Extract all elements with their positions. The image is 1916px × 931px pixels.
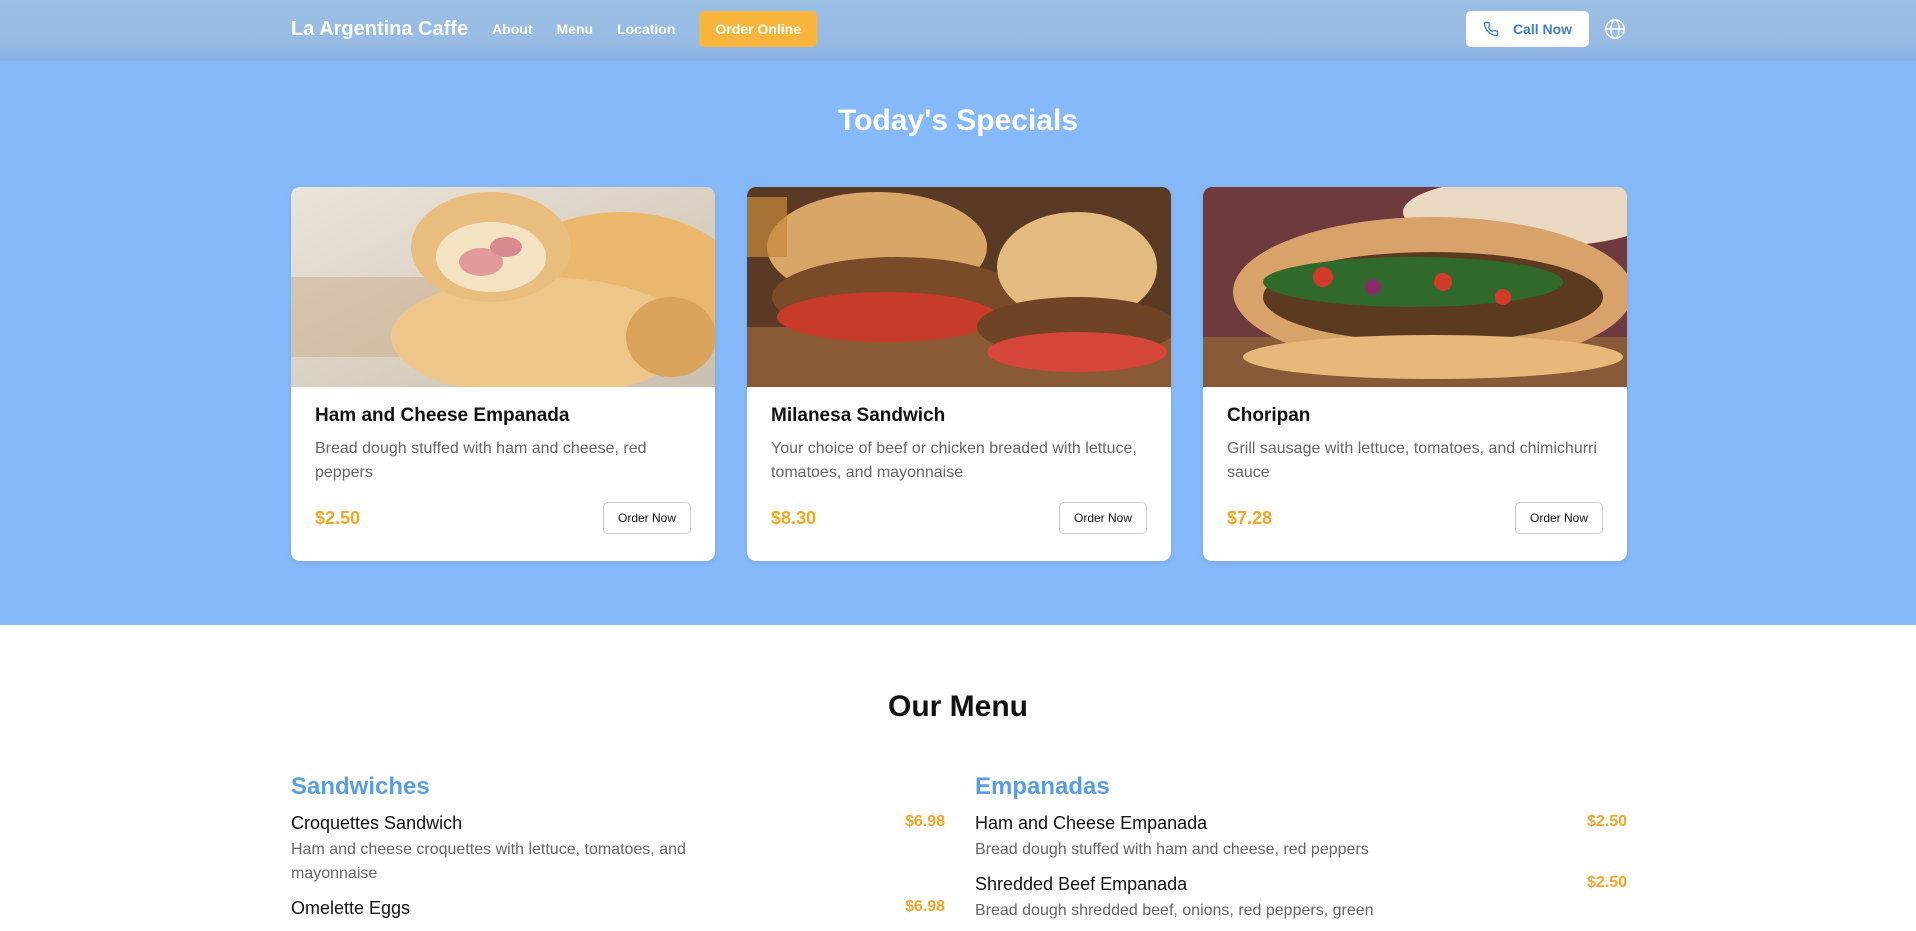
- menu-item[interactable]: Shredded Beef Empanada $2.50 Bread dough…: [975, 874, 1627, 923]
- menu-item-description: Ham and cheese croquettes with lettuce, …: [291, 841, 686, 882]
- special-card: Ham and Cheese Empanada Bread dough stuf…: [291, 187, 715, 561]
- nav-link-about[interactable]: About: [492, 21, 532, 37]
- menu-item[interactable]: Omelette Eggs $6.98: [291, 898, 945, 919]
- special-card-price: $8.30: [771, 507, 817, 528]
- order-online-button[interactable]: Order Online: [699, 11, 817, 47]
- menu-item-price: $2.50: [1586, 813, 1627, 830]
- menu-item-price: $2.50: [1586, 874, 1627, 891]
- menu-item-name: Shredded Beef Empanada: [975, 874, 1188, 894]
- special-card-price: $7.28: [1227, 507, 1273, 528]
- order-now-button[interactable]: Order Now: [603, 502, 691, 534]
- special-card-description: Your choice of beef or chicken breaded w…: [771, 440, 1137, 481]
- choripan-photo: [1203, 187, 1627, 387]
- call-now-button[interactable]: Call Now: [1466, 11, 1589, 47]
- specials-section: Today's Specials Ham and Cheese Empanada…: [0, 61, 1916, 625]
- menu-item-name: Ham and Cheese Empanada: [975, 813, 1208, 833]
- nav-link-menu[interactable]: Menu: [557, 21, 594, 37]
- language-globe-icon[interactable]: [1603, 17, 1627, 41]
- top-navbar: La Argentina Caffe About Menu Location O…: [0, 0, 1916, 61]
- menu-item[interactable]: Ham and Cheese Empanada $2.50 Bread doug…: [975, 813, 1627, 862]
- order-now-button[interactable]: Order Now: [1515, 502, 1603, 534]
- special-card-description: Grill sausage with lettuce, tomatoes, an…: [1227, 440, 1597, 481]
- menu-category-sandwiches: Sandwiches Croquettes Sandwich $6.98 Ham…: [291, 773, 945, 931]
- special-card-title: Milanesa Sandwich: [771, 405, 946, 426]
- specials-title: Today's Specials: [837, 104, 1078, 137]
- menu-item-description: Bread dough shredded beef, onions, red p…: [975, 902, 1374, 919]
- menu-title: Our Menu: [888, 690, 1028, 723]
- brand-logo[interactable]: La Argentina Caffe: [291, 18, 468, 41]
- menu-item-description: Bread dough stuffed with ham and cheese,…: [975, 841, 1369, 858]
- special-card-price: $2.50: [315, 507, 361, 528]
- menu-item-name: Omelette Eggs: [291, 898, 411, 918]
- special-card: Milanesa Sandwich Your choice of beef or…: [747, 187, 1171, 561]
- menu-category-empanadas: Empanadas Ham and Cheese Empanada $2.50 …: [975, 773, 1627, 931]
- special-card: Choripan Grill sausage with lettuce, tom…: [1203, 187, 1627, 561]
- menu-section: Our Menu Sandwiches Croquettes Sandwich …: [0, 625, 1916, 931]
- menu-item[interactable]: Croquettes Sandwich $6.98 Ham and cheese…: [291, 813, 945, 886]
- milanesa-sandwich-photo: [747, 187, 1171, 387]
- phone-icon: [1483, 21, 1499, 37]
- nav-link-location[interactable]: Location: [617, 21, 675, 37]
- call-now-label: Call Now: [1512, 21, 1573, 37]
- category-heading: Sandwiches: [291, 773, 430, 800]
- empanada-photo: [291, 187, 715, 387]
- category-heading: Empanadas: [975, 773, 1110, 800]
- menu-item-name: Croquettes Sandwich: [291, 813, 463, 833]
- menu-item-price: $6.98: [904, 898, 945, 915]
- special-card-title: Choripan: [1227, 405, 1311, 426]
- order-now-button[interactable]: Order Now: [1059, 502, 1147, 534]
- special-card-title: Ham and Cheese Empanada: [315, 405, 570, 426]
- menu-item-price: $6.98: [904, 813, 945, 830]
- special-card-description: Bread dough stuffed with ham and cheese,…: [315, 440, 647, 481]
